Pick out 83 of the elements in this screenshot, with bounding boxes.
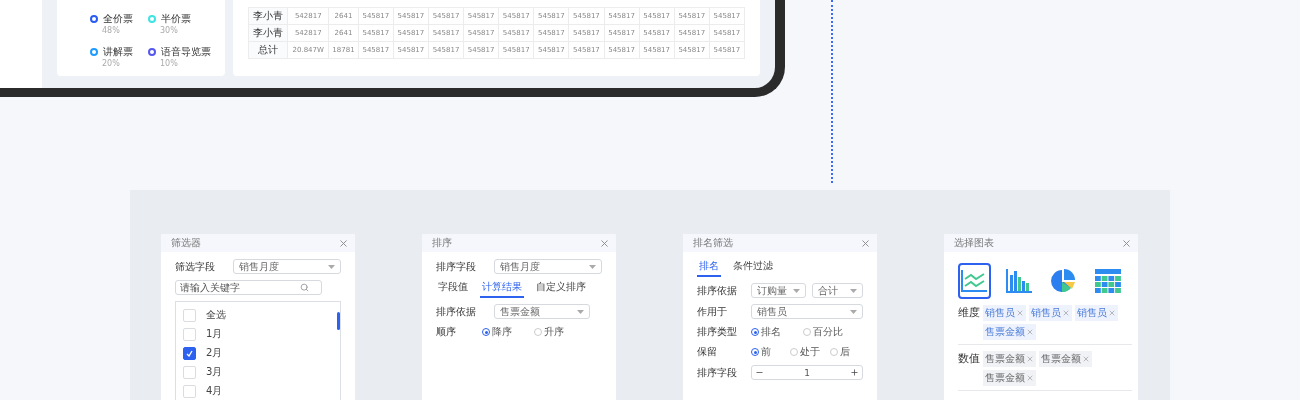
field-label: 排序字段 [436, 259, 477, 274]
plus-icon[interactable] [850, 368, 859, 377]
close-icon[interactable] [338, 237, 349, 249]
caret-icon [589, 264, 596, 269]
legend-label: 语音导览票 [161, 45, 211, 59]
tab[interactable]: 计算结果 [480, 280, 524, 298]
search-icon [300, 283, 309, 292]
search-field[interactable]: 请输入关键字 [175, 280, 322, 295]
close-icon[interactable] [860, 237, 871, 249]
remove-icon[interactable] [1082, 355, 1090, 363]
field-tag[interactable]: 售票金额 [983, 324, 1036, 340]
legend-label: 全价票 [103, 12, 133, 26]
line-chart-icon [960, 269, 989, 293]
caret-icon [577, 309, 584, 314]
legend-percent: 20% [102, 59, 121, 68]
field-label: 顺序 [436, 325, 457, 339]
caret-icon [850, 309, 857, 314]
remove-icon[interactable] [1026, 374, 1034, 382]
group-label: 维度 [958, 305, 980, 320]
caret-icon [328, 264, 335, 269]
group-label: 数值 [958, 351, 980, 366]
tab[interactable]: 字段值 [436, 280, 470, 298]
legend-percent: 48% [102, 26, 121, 35]
legend-percent: 30% [160, 26, 179, 35]
close-icon[interactable] [1121, 237, 1132, 249]
dialog-title: 排序 [432, 236, 452, 250]
select-field[interactable]: 售票金额 [494, 304, 590, 319]
tab[interactable]: 条件过滤 [731, 259, 775, 277]
radio-option[interactable]: 排名 [751, 325, 797, 339]
field-label: 作用于 [697, 304, 728, 319]
radio-option[interactable]: 百分比 [803, 325, 849, 339]
option-label: 4月 [206, 384, 223, 398]
option-label: 3月 [206, 365, 223, 379]
field-label: 筛选字段 [175, 259, 216, 274]
radio-option[interactable]: 降序 [482, 325, 528, 339]
dialog-title: 选择图表 [954, 236, 994, 250]
field-tag[interactable]: 售票金额 [983, 370, 1036, 386]
number-stepper[interactable]: 1 [751, 365, 863, 380]
tab[interactable]: 排名 [697, 259, 721, 277]
field-label: 排序依据 [697, 283, 738, 298]
dialog-title: 筛选器 [171, 236, 201, 250]
select-field[interactable]: 销售月度 [494, 259, 602, 274]
field-tag[interactable]: 销售员 [1029, 305, 1072, 321]
caret-icon [792, 288, 800, 293]
legend-label: 讲解票 [103, 45, 133, 59]
remove-icon[interactable] [1026, 355, 1034, 363]
option-label: 1月 [206, 327, 223, 341]
radio-option[interactable]: 前 [751, 345, 785, 359]
field-tag[interactable]: 销售员 [983, 305, 1026, 321]
legend-percent: 10% [160, 59, 179, 68]
option-label: 2月 [206, 346, 223, 360]
table-cell: 李小青 [248, 7, 288, 25]
select-field[interactable]: 销售月度 [233, 259, 341, 274]
select-field[interactable]: 销售员 [751, 304, 863, 319]
remove-icon[interactable] [1062, 309, 1070, 317]
select-field[interactable]: 订购量 [751, 283, 806, 298]
field-label: 排序类型 [697, 325, 738, 339]
tab[interactable]: 自定义排序 [534, 280, 588, 298]
chart-type-button[interactable] [958, 263, 991, 299]
check-icon [186, 349, 193, 357]
radio-option[interactable]: 后 [829, 345, 863, 359]
close-icon[interactable] [599, 237, 610, 249]
remove-icon[interactable] [1026, 328, 1034, 336]
field-tag[interactable]: 售票金额 [983, 351, 1036, 367]
remove-icon[interactable] [1016, 309, 1024, 317]
field-label: 排序字段 [697, 365, 738, 380]
pie-chart-icon [1051, 269, 1076, 293]
legend-label: 半价票 [161, 12, 191, 26]
option-label: 全选 [206, 308, 226, 322]
remove-icon[interactable] [1108, 309, 1116, 317]
field-tag[interactable]: 售票金额 [1039, 351, 1092, 367]
checkbox[interactable] [183, 346, 196, 360]
bar-chart-icon [1005, 269, 1032, 293]
field-label: 保留 [697, 345, 718, 359]
field-label: 排序依据 [436, 304, 477, 319]
field-tag[interactable]: 销售员 [1075, 305, 1118, 321]
scrollbar-thumb[interactable] [337, 312, 340, 330]
radio-option[interactable]: 升序 [534, 325, 580, 339]
radio-option[interactable]: 处于 [790, 345, 824, 359]
dialog-title: 排名筛选 [693, 236, 733, 250]
table-icon [1094, 269, 1121, 293]
select-field[interactable]: 合计 [811, 283, 863, 298]
caret-icon [850, 288, 857, 293]
